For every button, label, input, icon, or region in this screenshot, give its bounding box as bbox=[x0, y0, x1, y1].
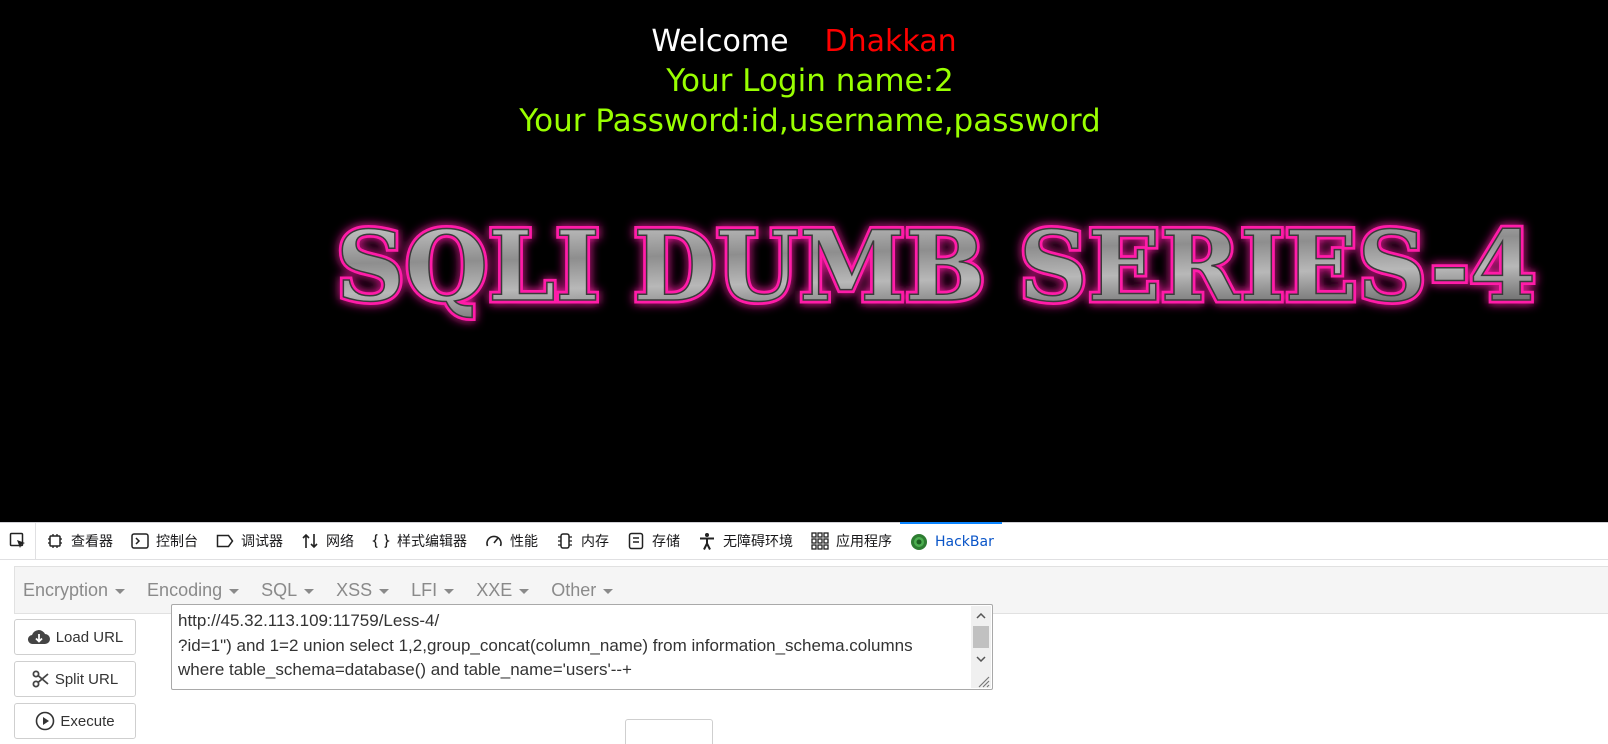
load-url-button[interactable]: Load URL bbox=[14, 619, 136, 655]
tab-storage-label: 存储 bbox=[652, 534, 680, 550]
menu-lfi-label: LFI bbox=[411, 579, 438, 600]
play-circle-icon bbox=[35, 711, 55, 731]
tab-application[interactable]: 应用程序 bbox=[801, 523, 900, 559]
resize-grip-icon[interactable] bbox=[976, 673, 990, 688]
application-icon bbox=[811, 532, 829, 550]
devtools-tabbar: 查看器 控制台 调试器 网络 样式编辑器 性能 内存 存储 无障碍环境 应用程序… bbox=[0, 522, 1608, 560]
tab-accessibility-label: 无障碍环境 bbox=[723, 534, 793, 550]
caret-down-icon bbox=[304, 588, 315, 594]
inspector-icon bbox=[46, 532, 64, 550]
welcome-label: Welcome bbox=[651, 24, 789, 59]
execute-button[interactable]: Execute bbox=[14, 703, 136, 739]
caret-down-icon bbox=[229, 588, 240, 594]
caret-down-icon bbox=[519, 588, 530, 594]
caret-down-icon bbox=[444, 588, 455, 594]
banner-text: SQLI DUMB SERIES-4 bbox=[336, 210, 1536, 323]
caret-down-icon bbox=[115, 588, 126, 594]
menu-encryption[interactable]: Encryption bbox=[23, 579, 126, 601]
tab-accessibility[interactable]: 无障碍环境 bbox=[688, 523, 801, 559]
url-line-2: ?id=1") and 1=2 union select 1,2,group_c… bbox=[178, 635, 913, 655]
style-editor-icon bbox=[372, 532, 390, 550]
tab-network[interactable]: 网络 bbox=[291, 523, 362, 559]
accessibility-icon bbox=[698, 532, 716, 550]
menu-other[interactable]: Other bbox=[551, 579, 614, 601]
tab-memory[interactable]: 内存 bbox=[546, 523, 617, 559]
tab-console[interactable]: 控制台 bbox=[121, 523, 206, 559]
login-name-line: Your Login name:2 bbox=[666, 63, 954, 99]
menu-xxe[interactable]: XXE bbox=[476, 579, 530, 601]
cloud-download-icon bbox=[27, 628, 51, 646]
tab-storage[interactable]: 存储 bbox=[617, 523, 688, 559]
tab-application-label: 应用程序 bbox=[836, 534, 892, 550]
menu-xss-label: XSS bbox=[336, 579, 373, 600]
url-textarea[interactable]: http://45.32.113.109:11759/Less-4/ ?id=1"… bbox=[171, 604, 993, 690]
scroll-up-icon[interactable] bbox=[971, 607, 991, 625]
tab-debugger[interactable]: 调试器 bbox=[206, 523, 291, 559]
tab-style-editor-label: 样式编辑器 bbox=[397, 534, 467, 550]
execute-label: Execute bbox=[60, 712, 115, 730]
console-icon bbox=[131, 532, 149, 550]
menu-lfi[interactable]: LFI bbox=[411, 579, 455, 601]
tab-console-label: 控制台 bbox=[156, 534, 198, 550]
page-viewport: Welcome Dhakkan Your Login name:2 Your Pa… bbox=[0, 0, 1608, 522]
menu-sql[interactable]: SQL bbox=[261, 579, 315, 601]
tab-hackbar-label: HackBar bbox=[935, 533, 994, 550]
scroll-down-icon[interactable] bbox=[971, 650, 991, 668]
tab-style-editor[interactable]: 样式编辑器 bbox=[362, 523, 475, 559]
hackbar-icon bbox=[910, 533, 928, 551]
tab-performance[interactable]: 性能 bbox=[475, 523, 546, 559]
network-icon bbox=[301, 532, 319, 550]
menu-encoding[interactable]: Encoding bbox=[147, 579, 240, 601]
caret-down-icon bbox=[379, 588, 390, 594]
tab-debugger-label: 调试器 bbox=[241, 534, 283, 550]
url-line-1: http://45.32.113.109:11759/Less-4/ bbox=[178, 611, 440, 630]
menu-xss[interactable]: XSS bbox=[336, 579, 390, 601]
partial-button[interactable] bbox=[625, 719, 713, 744]
tab-inspector[interactable]: 查看器 bbox=[36, 523, 121, 559]
tab-memory-label: 内存 bbox=[581, 534, 609, 550]
load-url-label: Load URL bbox=[55, 628, 124, 646]
tab-hackbar[interactable]: HackBar bbox=[900, 522, 1002, 559]
password-line: Your Password:id,username,password bbox=[519, 103, 1101, 139]
debugger-icon bbox=[216, 532, 234, 550]
memory-icon bbox=[556, 532, 574, 550]
url-text[interactable]: http://45.32.113.109:11759/Less-4/ ?id=1"… bbox=[178, 609, 968, 683]
tab-inspector-label: 查看器 bbox=[71, 534, 113, 550]
tab-network-label: 网络 bbox=[326, 534, 354, 550]
menu-sql-label: SQL bbox=[261, 579, 298, 600]
split-url-button[interactable]: Split URL bbox=[14, 661, 136, 697]
split-url-label: Split URL bbox=[54, 670, 119, 688]
devtools-panel: 查看器 控制台 调试器 网络 样式编辑器 性能 内存 存储 无障碍环境 应用程序… bbox=[0, 522, 1608, 744]
menu-encryption-label: Encryption bbox=[23, 579, 109, 600]
welcome-name: Dhakkan bbox=[824, 24, 957, 59]
menu-xxe-label: XXE bbox=[476, 579, 513, 600]
tab-performance-label: 性能 bbox=[510, 534, 538, 550]
performance-icon bbox=[485, 532, 503, 550]
caret-down-icon bbox=[603, 588, 614, 594]
storage-icon bbox=[627, 532, 645, 550]
element-picker-icon[interactable] bbox=[0, 523, 36, 559]
menu-encoding-label: Encoding bbox=[147, 579, 223, 600]
url-line-3: where table_schema=database() and table_… bbox=[178, 660, 632, 679]
series-banner: SQLI DUMB SERIES-4 SQLI DUMB SERIES-4 bbox=[333, 207, 1576, 327]
scroll-thumb[interactable] bbox=[973, 626, 989, 648]
menu-other-label: Other bbox=[551, 579, 597, 600]
welcome-line: Welcome Dhakkan bbox=[0, 22, 1608, 62]
scissors-icon bbox=[32, 670, 50, 688]
